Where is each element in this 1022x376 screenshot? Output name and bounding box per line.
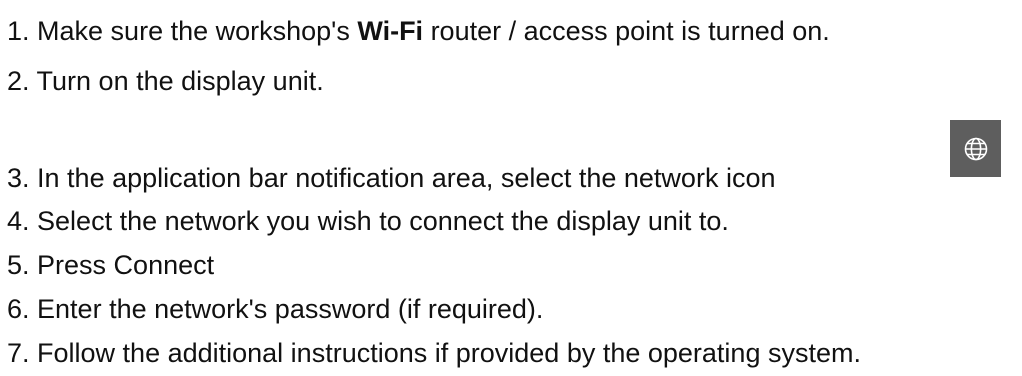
step-1-number: 1. [7,16,30,46]
step-2-text: Turn on the display unit. [29,66,324,96]
step-7: 7. Follow the additional instructions if… [7,337,861,369]
step-2-number: 2. [7,66,30,96]
step-6-text: Enter the network's password (if require… [29,294,544,324]
step-3: 3. In the application bar notification a… [7,162,775,194]
step-3-number: 3. [7,163,30,193]
step-4-number: 4. [7,206,30,236]
step-4-text: Select the network you wish to connect t… [29,206,729,236]
step-5: 5. Press Connect [7,249,214,281]
step-1: 1. Make sure the workshop's Wi-Fi router… [7,15,830,47]
step-4: 4. Select the network you wish to connec… [7,205,729,237]
step-7-text: Follow the additional instructions if pr… [29,338,861,368]
network-icon-button [950,120,1001,177]
step-5-text: Press Connect [29,250,215,280]
step-2: 2. Turn on the display unit. [7,65,324,97]
step-1-text-before: Make sure the workshop's [29,16,358,46]
globe-icon [964,137,987,160]
step-3-text: In the application bar notification area… [29,163,776,193]
step-6: 6. Enter the network's password (if requ… [7,293,543,325]
step-1-wifi-bold: Wi-Fi [357,16,424,46]
step-1-text-after: router / access point is turned on. [423,16,830,46]
step-5-number: 5. [7,250,30,280]
step-6-number: 6. [7,294,30,324]
step-7-number: 7. [7,338,30,368]
